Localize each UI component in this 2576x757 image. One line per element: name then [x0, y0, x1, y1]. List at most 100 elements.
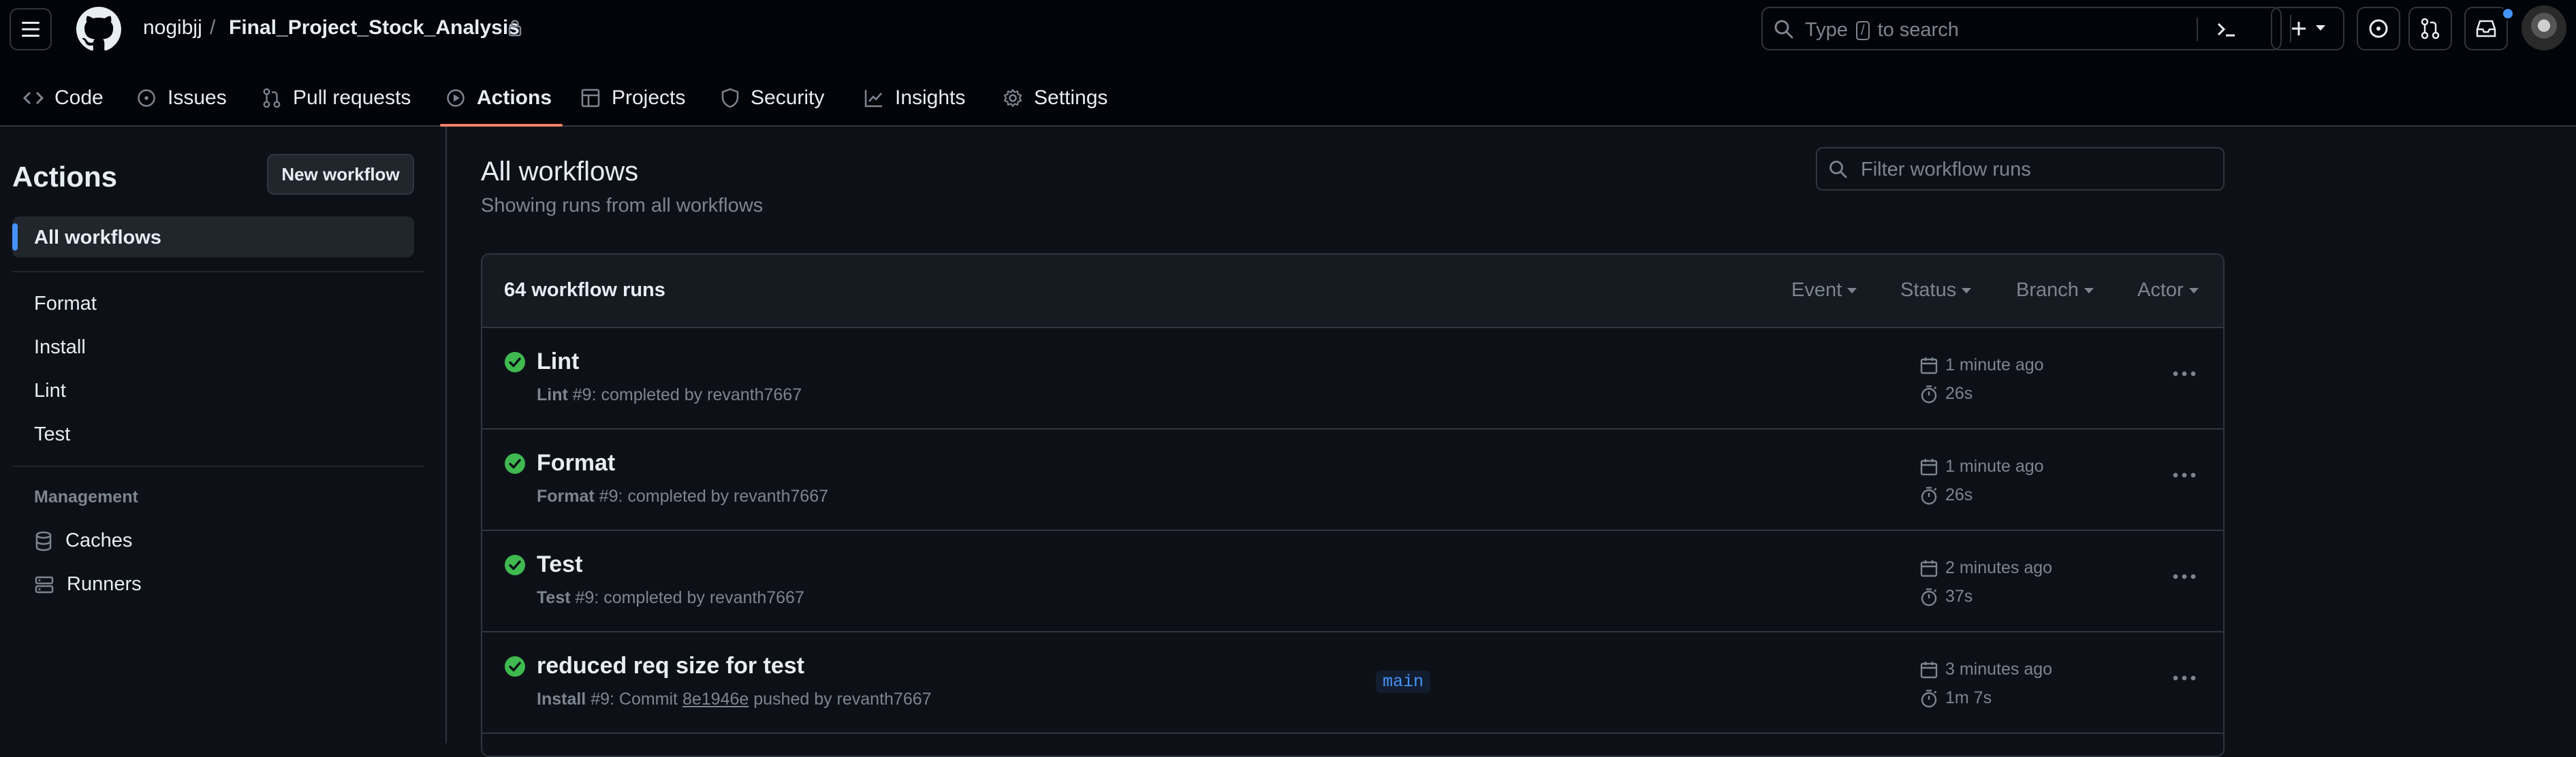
workflow-run-row[interactable]: Format Format #9: completed by revanth76… — [482, 430, 2223, 531]
run-count: 64 workflow runs — [504, 279, 665, 301]
sidebar-item-runners[interactable]: Runners — [34, 573, 142, 596]
selected-tab-underline — [440, 124, 563, 127]
repo-owner-link[interactable]: nogibjj — [143, 16, 202, 39]
sidebar-item-label: Caches — [65, 530, 133, 551]
stopwatch-icon — [1921, 385, 1937, 403]
sidebar-item-label: Runners — [67, 573, 142, 595]
stopwatch-icon — [1921, 689, 1937, 707]
kebab-horizontal-icon[interactable] — [2173, 573, 2196, 580]
code-icon — [23, 91, 44, 105]
search-shortcut-key: / — [1855, 21, 1870, 40]
sidebar-item-label: All workflows — [34, 227, 161, 248]
run-duration: 1m 7s — [1919, 688, 1992, 708]
caret-down-icon — [2188, 287, 2199, 293]
notification-dot — [2501, 7, 2515, 20]
avatar[interactable] — [2522, 5, 2566, 50]
kebab-horizontal-icon[interactable] — [2173, 370, 2196, 377]
tab-projects[interactable]: Projects — [580, 71, 685, 125]
tab-code[interactable]: Code — [23, 71, 104, 125]
page-title: All workflows — [481, 157, 639, 187]
lock-icon — [508, 20, 522, 37]
filter-label: Actor — [2137, 279, 2184, 301]
menu-button[interactable] — [10, 8, 52, 50]
tab-pull-requests[interactable]: Pull requests — [262, 71, 411, 125]
tab-actions[interactable]: Actions — [440, 71, 563, 127]
check-circle-icon — [505, 352, 525, 372]
run-subtitle: Install #9: Commit 8e1946e pushed by rev… — [537, 690, 932, 709]
sidebar-item-all-workflows[interactable]: All workflows — [12, 216, 414, 257]
run-title[interactable]: Lint — [537, 349, 579, 375]
database-icon — [35, 531, 52, 551]
new-workflow-button[interactable]: New workflow — [267, 154, 414, 195]
run-title[interactable]: Format — [537, 450, 615, 477]
event-filter-dropdown[interactable]: Event — [1791, 279, 1857, 302]
run-title[interactable]: Test — [537, 551, 582, 578]
workflow-run-row[interactable]: Lint Lint #9: completed by revanth7667 1… — [482, 328, 2223, 430]
run-time: 1 minute ago — [1919, 457, 2044, 477]
check-circle-icon — [505, 555, 525, 575]
tab-security[interactable]: Security — [721, 71, 824, 125]
run-subtitle: Lint #9: completed by revanth7667 — [537, 385, 802, 404]
kebab-horizontal-icon[interactable] — [2173, 472, 2196, 479]
issue-opened-icon — [138, 89, 155, 107]
graph-icon — [864, 90, 882, 108]
create-new-button[interactable] — [2271, 7, 2344, 50]
hamburger-icon — [22, 22, 40, 37]
tab-label: Insights — [895, 86, 966, 109]
status-filter-dropdown[interactable]: Status — [1900, 279, 1972, 302]
run-title[interactable]: reduced req size for test — [537, 653, 804, 679]
repo-name-link[interactable]: Final_Project_Stock_Analysis — [229, 16, 520, 39]
stopwatch-icon — [1921, 587, 1937, 606]
tab-settings[interactable]: Settings — [1003, 71, 1108, 125]
run-time: 3 minutes ago — [1919, 660, 2052, 679]
run-subtitle: Test #9: completed by revanth7667 — [537, 588, 804, 607]
runs-list-header: 64 workflow runs Event Status Branch Act… — [482, 255, 2223, 328]
sidebar-title: Actions — [12, 161, 118, 193]
run-time: 1 minute ago — [1919, 355, 2044, 375]
check-circle-icon — [505, 656, 525, 677]
filter-placeholder: Filter workflow runs — [1861, 159, 2031, 180]
caret-down-icon — [2084, 287, 2094, 293]
caret-down-icon — [1962, 287, 1972, 293]
filter-workflow-runs-input[interactable]: Filter workflow runs — [1816, 147, 2225, 191]
workflow-run-row[interactable]: reduced req size for test Install #9: Co… — [482, 632, 2223, 734]
tab-label: Security — [751, 86, 825, 109]
commit-sha-link[interactable]: 8e1946e — [682, 690, 749, 709]
pull-requests-button[interactable] — [2408, 7, 2452, 50]
shield-icon — [721, 88, 739, 108]
tab-insights[interactable]: Insights — [864, 71, 965, 125]
tab-label: Code — [54, 86, 104, 109]
page-subtitle: Showing runs from all workflows — [481, 195, 764, 216]
workflow-runs-list: 64 workflow runs Event Status Branch Act… — [481, 253, 2225, 757]
issues-button[interactable] — [2357, 7, 2400, 50]
tab-label: Actions — [477, 86, 552, 109]
actor-filter-dropdown[interactable]: Actor — [2137, 279, 2199, 302]
search-icon — [1829, 161, 1847, 178]
sidebar-item-install[interactable]: Install — [34, 336, 86, 359]
sidebar-item-caches[interactable]: Caches — [34, 530, 132, 552]
branch-filter-dropdown[interactable]: Branch — [2016, 279, 2094, 302]
run-duration: 26s — [1919, 485, 1973, 505]
kebab-horizontal-icon[interactable] — [2173, 675, 2196, 681]
tab-issues[interactable]: Issues — [136, 71, 227, 125]
tab-label: Projects — [612, 86, 686, 109]
run-time: 2 minutes ago — [1919, 558, 2052, 578]
calendar-icon — [1920, 458, 1938, 475]
gear-icon — [1003, 88, 1022, 108]
search-input[interactable]: Type / to search — [1761, 7, 2282, 50]
search-icon — [1774, 20, 1793, 39]
command-palette-icon[interactable] — [2216, 19, 2237, 39]
run-subtitle: Format #9: completed by revanth7667 — [537, 487, 829, 506]
tab-label: Issues — [168, 86, 227, 109]
branch-label[interactable]: main — [1376, 671, 1431, 693]
search-placeholder: Type / to search — [1805, 19, 1959, 41]
workflow-run-row[interactable]: Test Test #9: completed by revanth7667 2… — [482, 531, 2223, 632]
breadcrumb-separator: / — [210, 16, 216, 39]
issue-opened-icon — [2369, 19, 2388, 38]
sidebar-item-format[interactable]: Format — [34, 293, 97, 315]
calendar-icon — [1920, 661, 1938, 678]
sidebar-item-test[interactable]: Test — [34, 423, 70, 446]
caret-down-icon — [1847, 287, 1857, 293]
sidebar-item-lint[interactable]: Lint — [34, 380, 66, 402]
github-logo-icon[interactable] — [76, 7, 121, 52]
